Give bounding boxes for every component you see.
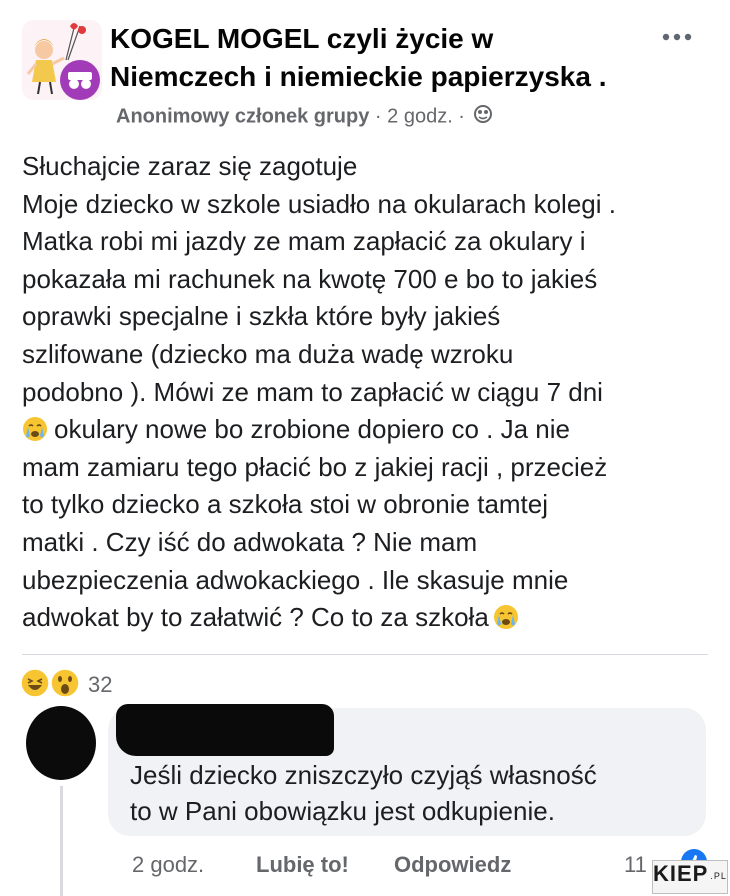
group-avatar[interactable] xyxy=(22,20,102,100)
comment-time[interactable]: 2 godz. xyxy=(132,852,204,878)
divider xyxy=(22,654,708,655)
comment-reaction-count[interactable]: 11 xyxy=(624,852,647,878)
post-line: mam zamiaru tego płacić bo z jakiej racj… xyxy=(22,451,608,482)
post-line: ubezpieczenia adwokackiego . Ile skasuje… xyxy=(22,564,569,595)
post-line: oprawki specjalne i szkła które były jak… xyxy=(22,301,501,332)
post-line: pokazała mi rachunek na kwotę 700 e bo t… xyxy=(22,263,598,294)
wow-reaction-icon xyxy=(50,668,80,698)
meta-separator: · xyxy=(452,105,471,128)
post-time[interactable]: 2 godz. xyxy=(387,105,453,127)
group-name-line2[interactable]: Niemczech i niemieckie papierzyska . xyxy=(110,61,606,92)
post-line: Słuchajcie zaraz się zagotuje xyxy=(22,151,358,181)
post-line-text: adwokat by to załatwić ? Co to za szkoła xyxy=(22,602,489,633)
post-line: szlifowane (dziecko ma duża wadę wzroku xyxy=(22,338,514,369)
globe-icon xyxy=(473,104,493,130)
reply-button[interactable]: Odpowiedz xyxy=(394,852,511,878)
crying-face-emoji xyxy=(22,415,48,442)
crying-face-emoji xyxy=(493,603,519,630)
more-horizontal-icon xyxy=(662,33,692,41)
more-options-button[interactable] xyxy=(662,16,692,50)
group-name-line1[interactable]: KOGEL MOGEL czyli życie w xyxy=(110,23,493,54)
post-line: Moje dziecko w szkole usiadło na okulara… xyxy=(22,188,616,219)
haha-reaction-icon xyxy=(20,668,50,698)
commenter-name-redacted[interactable] xyxy=(116,704,334,756)
post-line-text: okulary nowe bo zrobione dopiero co . Ja… xyxy=(54,414,570,445)
post-line: Matka robi mi jazdy ze mam zapłacić za o… xyxy=(22,226,586,257)
post-meta: Anonimowy członek grupy · 2 godz. · xyxy=(116,104,493,130)
comment-text-line2: to w Pani obowiązku jest odkupienie. xyxy=(130,796,555,826)
group-name[interactable]: KOGEL MOGEL czyli życie w Niemczech i ni… xyxy=(110,20,630,96)
watermark-text: KIEP xyxy=(653,861,709,886)
like-button[interactable]: Lubię to! xyxy=(256,852,349,878)
post-line-with-emoji: adwokat by to załatwić ? Co to za szkoła xyxy=(22,599,714,637)
watermark-suffix: .PL xyxy=(710,871,727,881)
group-avatar-illustration xyxy=(22,20,102,100)
comment-text-line1: Jeśli dziecko zniszczyło czyjąś własność xyxy=(130,760,597,790)
post-line: podobno ). Mówi ze mam to zapłacić w cią… xyxy=(22,376,603,407)
post-text: Słuchajcie zaraz się zagotuje Moje dziec… xyxy=(22,148,714,637)
kiep-watermark-logo: KIEP .PL xyxy=(652,860,728,894)
post-line: to tylko dziecko a szkoła stoi w obronie… xyxy=(22,489,549,520)
thread-line xyxy=(60,786,63,896)
meta-separator: · xyxy=(369,105,388,128)
post-author[interactable]: Anonimowy członek grupy xyxy=(116,105,369,127)
post-line-with-emoji: okulary nowe bo zrobione dopiero co . Ja… xyxy=(22,411,714,449)
commenter-avatar[interactable] xyxy=(26,706,96,780)
reaction-count[interactable]: 32 xyxy=(88,672,112,698)
post-line: matki . Czy iść do adwokata ? Nie mam xyxy=(22,526,478,557)
